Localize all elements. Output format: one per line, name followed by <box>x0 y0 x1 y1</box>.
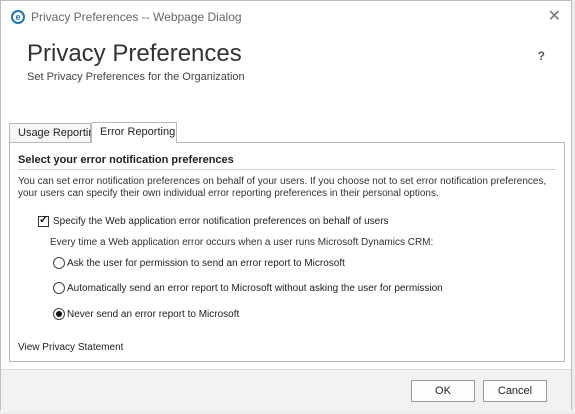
section-description: You can set error notification preferenc… <box>18 176 547 199</box>
option-ask-user-radio[interactable] <box>53 257 65 269</box>
cancel-button[interactable]: Cancel <box>483 380 547 402</box>
option-never-send-label[interactable]: Never send an error report to Microsoft <box>67 309 239 320</box>
option-ask-user-label[interactable]: Ask the user for permission to send an e… <box>67 258 345 269</box>
option-never-send-radio[interactable] <box>53 308 65 320</box>
specify-preferences-label[interactable]: Specify the Web application error notifi… <box>53 216 389 227</box>
ok-button[interactable]: OK <box>411 380 475 402</box>
tab-error-reporting[interactable]: Error Reporting <box>91 122 177 143</box>
instruction-text: Every time a Web application error occur… <box>50 237 434 248</box>
page-title: Privacy Preferences <box>27 40 242 67</box>
dialog-header: Privacy Preferences Set Privacy Preferen… <box>27 39 551 83</box>
title-bar: e Privacy Preferences -- Webpage Dialog … <box>1 1 571 33</box>
view-privacy-statement-link[interactable]: View Privacy Statement <box>18 342 123 353</box>
tab-usage-reporting[interactable]: Usage Reporting <box>9 123 101 142</box>
checkmark-icon: ✓ <box>39 214 49 226</box>
option-auto-send-radio[interactable] <box>53 282 65 294</box>
section-divider <box>18 169 556 170</box>
close-icon[interactable]: ✕ <box>548 6 561 26</box>
option-ask-user-row[interactable]: Ask the user for permission to send an e… <box>53 257 345 269</box>
privacy-preferences-dialog: e Privacy Preferences -- Webpage Dialog … <box>0 0 572 412</box>
section-heading: Select your error notification preferenc… <box>18 154 234 166</box>
error-reporting-panel: Select your error notification preferenc… <box>9 142 565 362</box>
option-auto-send-label[interactable]: Automatically send an error report to Mi… <box>67 283 443 294</box>
window-title: Privacy Preferences -- Webpage Dialog <box>31 10 242 24</box>
specify-preferences-checkbox[interactable]: ✓ <box>38 214 49 227</box>
page-subtitle: Set Privacy Preferences for the Organiza… <box>27 71 245 83</box>
help-icon[interactable]: ? <box>538 49 545 63</box>
specify-preferences-row[interactable]: ✓ Specify the Web application error noti… <box>38 214 389 227</box>
dialog-footer: OK Cancel <box>1 369 571 412</box>
ie-browser-icon: e <box>11 10 25 24</box>
option-auto-send-row[interactable]: Automatically send an error report to Mi… <box>53 282 443 294</box>
option-never-send-row[interactable]: Never send an error report to Microsoft <box>53 308 239 320</box>
